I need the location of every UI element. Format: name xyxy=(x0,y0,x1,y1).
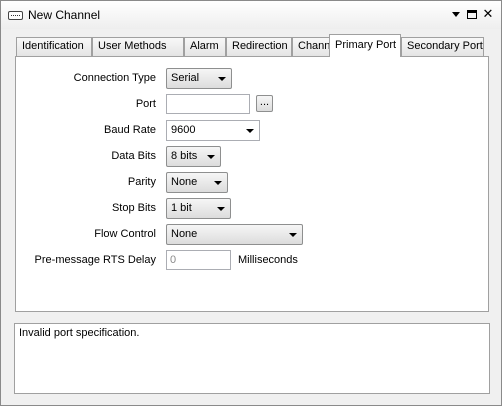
chevron-down-icon xyxy=(207,155,215,159)
chevron-down-icon xyxy=(217,207,225,211)
connection-type-label: Connection Type xyxy=(73,72,156,84)
title-bar: New Channel ✕ xyxy=(1,1,501,29)
stop-bits-value: 1 bit xyxy=(171,202,192,214)
baud-rate-label: Baud Rate xyxy=(104,124,156,136)
baud-rate-select[interactable]: 9600 xyxy=(166,120,260,141)
close-icon[interactable]: ✕ xyxy=(481,7,495,21)
data-bits-value: 8 bits xyxy=(171,150,198,162)
rts-delay-input[interactable]: 0 xyxy=(166,250,231,270)
parity-select[interactable]: None xyxy=(166,172,228,193)
port-browse-button[interactable]: ... xyxy=(256,95,273,112)
stop-bits-select[interactable]: 1 bit xyxy=(166,198,231,219)
status-message: Invalid port specification. xyxy=(19,327,140,339)
flow-control-select[interactable]: None xyxy=(166,224,303,245)
tab-identification[interactable]: Identification xyxy=(16,37,92,56)
data-bits-label: Data Bits xyxy=(111,150,156,162)
dropdown-arrow-icon[interactable] xyxy=(449,7,463,21)
port-label: Port xyxy=(135,98,156,110)
maximize-icon[interactable] xyxy=(465,7,479,21)
tab-secondary-port[interactable]: Secondary Port xyxy=(401,37,484,56)
chevron-down-icon xyxy=(289,233,297,237)
new-channel-window: New Channel ✕ Identification User Method… xyxy=(0,0,502,406)
rts-delay-label: Pre-message RTS Delay xyxy=(34,254,156,266)
status-message-box: Invalid port specification. xyxy=(14,323,490,394)
tab-redirection[interactable]: Redirection xyxy=(226,37,292,56)
connection-type-value: Serial xyxy=(171,72,200,84)
parity-value: None xyxy=(171,176,198,188)
chevron-down-icon xyxy=(218,77,226,81)
chevron-down-icon xyxy=(246,129,254,133)
tab-user-methods[interactable]: User Methods xyxy=(92,37,184,56)
tab-strip: Identification User Methods Alarm Redire… xyxy=(16,34,488,57)
tab-alarm[interactable]: Alarm xyxy=(184,37,226,56)
baud-rate-value: 9600 xyxy=(171,124,196,136)
port-input[interactable] xyxy=(166,94,250,114)
window-title: New Channel xyxy=(28,8,101,22)
parity-label: Parity xyxy=(127,176,156,188)
stop-bits-label: Stop Bits xyxy=(111,202,156,214)
rts-delay-unit: Milliseconds xyxy=(238,254,298,266)
channel-icon xyxy=(8,11,23,20)
flow-control-value: None xyxy=(171,228,198,240)
primary-port-page: Connection Type Port Baud Rate Data Bits… xyxy=(15,56,489,312)
tab-primary-port[interactable]: Primary Port xyxy=(329,34,401,57)
flow-control-label: Flow Control xyxy=(94,228,156,240)
connection-type-select[interactable]: Serial xyxy=(166,68,232,89)
chevron-down-icon xyxy=(214,181,222,185)
data-bits-select[interactable]: 8 bits xyxy=(166,146,221,167)
